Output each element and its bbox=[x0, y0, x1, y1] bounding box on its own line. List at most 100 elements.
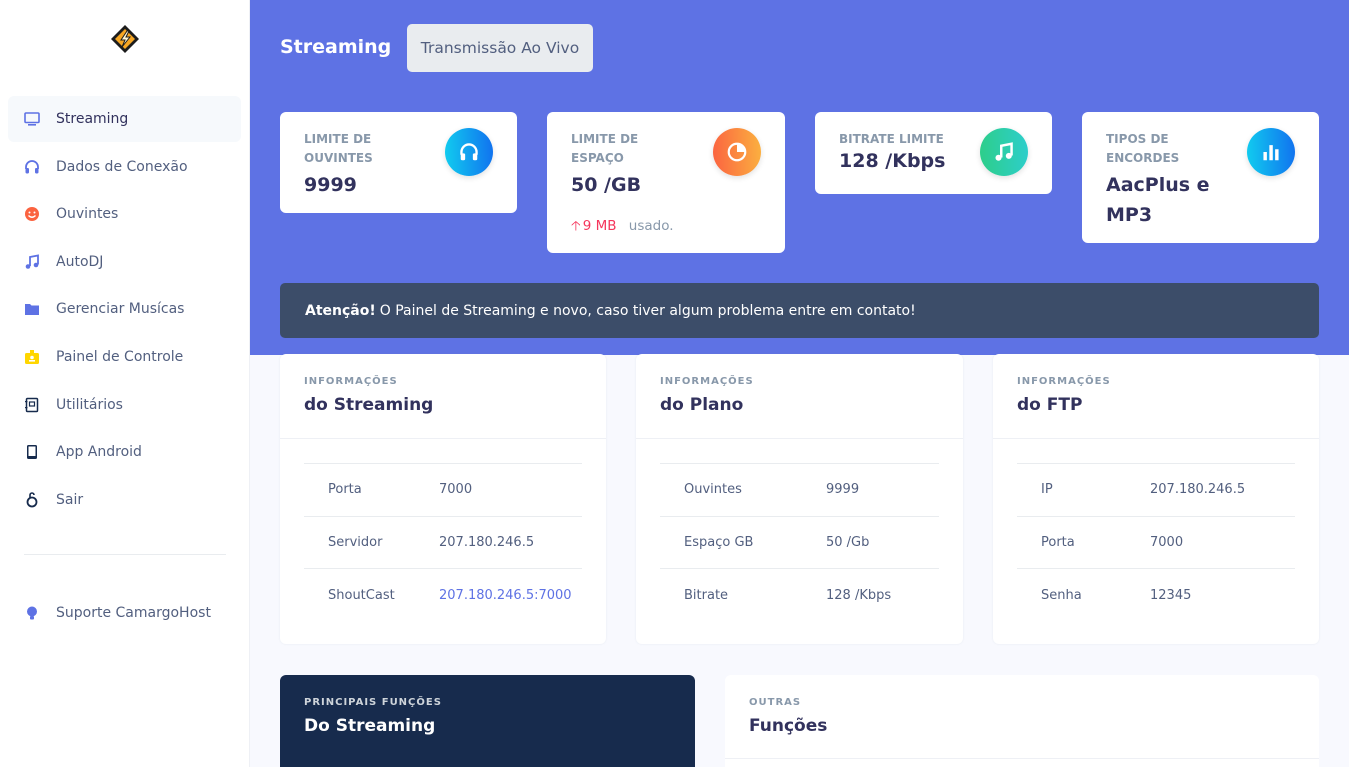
stat-label: Tipos de Encordes bbox=[1106, 132, 1180, 165]
card-header: Informações do Streaming bbox=[280, 354, 606, 439]
live-transmission-button[interactable]: Transmissão Ao Vivo bbox=[407, 24, 593, 72]
sidebar-item-sair[interactable]: Sair bbox=[8, 477, 241, 523]
card-title: do Streaming bbox=[304, 395, 434, 415]
row-key: Senha bbox=[1041, 587, 1082, 603]
card-title: do FTP bbox=[1017, 395, 1083, 415]
smile-icon bbox=[24, 206, 40, 222]
row-key: ShoutCast bbox=[328, 587, 395, 603]
sidebar: Streaming Dados de Conexão Ouvintes Auto… bbox=[0, 0, 250, 767]
sidebar-item-suporte[interactable]: Suporte CamargoHost bbox=[8, 590, 241, 636]
table-row: Porta 7000 bbox=[1017, 517, 1295, 569]
stat-card-bitrate: Bitrate Limite 128 /Kbps bbox=[815, 112, 1052, 194]
sidebar-divider bbox=[24, 554, 226, 555]
table-row: Senha 12345 bbox=[1017, 569, 1295, 622]
alert-text: O Painel de Streaming e novo, caso tiver… bbox=[379, 302, 916, 319]
row-key: Servidor bbox=[328, 534, 383, 550]
winamp-lightning-icon[interactable] bbox=[108, 22, 142, 56]
shoutcast-link[interactable]: 207.180.246.5:7000 bbox=[439, 588, 572, 603]
support-section: Suporte CamargoHost bbox=[8, 590, 241, 638]
sidebar-item-streaming[interactable]: Streaming bbox=[8, 96, 241, 142]
info-table: Ouvintes 9999 Espaço GB 50 /Gb Bitrate 1… bbox=[660, 463, 939, 622]
used-label: usado. bbox=[628, 218, 674, 234]
row-key: IP bbox=[1041, 482, 1053, 498]
info-table: IP 207.180.246.5 Porta 7000 Senha 12345 bbox=[1017, 463, 1295, 622]
sidebar-item-label: App Android bbox=[56, 444, 142, 461]
sidebar-item-painel-de-controle[interactable]: Painel de Controle bbox=[8, 334, 241, 380]
sidebar-nav: Streaming Dados de Conexão Ouvintes Auto… bbox=[8, 96, 241, 524]
row-value: 207.180.246.5 bbox=[439, 534, 535, 550]
sidebar-item-label: Utilitários bbox=[56, 396, 123, 413]
bar-chart-icon bbox=[1247, 128, 1295, 176]
sidebar-item-label: Ouvintes bbox=[56, 206, 119, 223]
table-row: IP 207.180.246.5 bbox=[1017, 464, 1295, 517]
stat-card-ouvintes: Limite de Ouvintes 9999 bbox=[280, 112, 517, 213]
row-value: 9999 bbox=[826, 482, 860, 498]
badge-icon bbox=[24, 349, 40, 365]
table-row: Ouvintes 9999 bbox=[660, 464, 939, 517]
table-row: ShoutCast 207.180.246.5:7000 bbox=[304, 569, 582, 622]
card-subtitle: Informações bbox=[660, 376, 754, 387]
sidebar-item-label: Sair bbox=[56, 491, 84, 508]
bulb-icon bbox=[24, 605, 40, 621]
row-key: Ouvintes bbox=[684, 482, 742, 498]
sidebar-item-label: Dados de Conexão bbox=[56, 158, 188, 175]
monitor-icon bbox=[24, 111, 40, 127]
headphones-icon bbox=[24, 159, 40, 175]
card-subtitle: Informações bbox=[1017, 376, 1111, 387]
table-row: Servidor 207.180.246.5 bbox=[304, 517, 582, 569]
row-value: 7000 bbox=[1150, 534, 1184, 550]
card-header: Informações do FTP bbox=[993, 354, 1319, 439]
stat-label: Limite de Ouvintes bbox=[304, 132, 373, 165]
storage-usage: 🡡 9 MB usado. bbox=[571, 216, 674, 239]
row-key: Bitrate bbox=[684, 587, 729, 603]
card-header: Informações do Plano bbox=[636, 354, 963, 439]
row-value: 7000 bbox=[439, 482, 473, 498]
sidebar-item-label: Gerenciar Musícas bbox=[56, 301, 185, 318]
sidebar-item-autodj[interactable]: AutoDJ bbox=[8, 239, 241, 285]
info-card-plano: Informações do Plano Ouvintes 9999 Espaç… bbox=[636, 354, 963, 644]
music-note-icon bbox=[980, 128, 1028, 176]
stat-card-espaco: Limite de Espaço 50 /GB 🡡 9 MB usado. bbox=[547, 112, 785, 253]
sidebar-item-gerenciar-musicas[interactable]: Gerenciar Musícas bbox=[8, 286, 241, 332]
row-key: Porta bbox=[1041, 534, 1075, 550]
used-amount: 9 MB bbox=[582, 218, 617, 234]
main-functions-card: Principais Funções Do Streaming bbox=[280, 675, 695, 767]
sidebar-item-label: Suporte CamargoHost bbox=[56, 605, 211, 621]
info-card-ftp: Informações do FTP IP 207.180.246.5 Port… bbox=[993, 354, 1319, 644]
table-row: Bitrate 128 /Kbps bbox=[660, 569, 939, 622]
sidebar-item-app-android[interactable]: App Android bbox=[8, 429, 241, 475]
folder-icon bbox=[24, 301, 40, 317]
headphones-icon bbox=[445, 128, 493, 176]
row-value: 128 /Kbps bbox=[826, 587, 892, 603]
card-subtitle: Outras bbox=[749, 697, 802, 708]
sidebar-item-utilitarios[interactable]: Utilitários bbox=[8, 382, 241, 428]
row-value: 207.180.246.5 bbox=[1150, 482, 1246, 498]
card-divider bbox=[725, 758, 1319, 759]
pie-chart-icon bbox=[713, 128, 761, 176]
mobile-icon bbox=[24, 444, 40, 460]
alert-banner: Atenção! O Painel de Streaming e novo, c… bbox=[280, 283, 1319, 338]
info-table: Porta 7000 Servidor 207.180.246.5 ShoutC… bbox=[304, 463, 582, 622]
table-row: Porta 7000 bbox=[304, 464, 582, 517]
sidebar-item-dados-de-conexao[interactable]: Dados de Conexão bbox=[8, 144, 241, 190]
sidebar-item-label: AutoDJ bbox=[56, 253, 104, 270]
sidebar-item-label: Streaming bbox=[56, 111, 129, 127]
stat-label: Limite de Espaço bbox=[571, 132, 639, 165]
sidebar-item-ouvintes[interactable]: Ouvintes bbox=[8, 191, 241, 237]
row-key: Espaço GB bbox=[684, 534, 754, 550]
stat-value: AacPlus e MP3 bbox=[1106, 174, 1210, 226]
sidebar-item-label: Painel de Controle bbox=[56, 348, 184, 365]
row-key: Porta bbox=[328, 482, 362, 498]
stat-card-encordes: Tipos de Encordes AacPlus e MP3 bbox=[1082, 112, 1319, 243]
page-title: Streaming bbox=[280, 36, 392, 58]
row-value: 12345 bbox=[1150, 587, 1192, 603]
book-icon bbox=[24, 397, 40, 413]
row-value: 50 /Gb bbox=[826, 534, 870, 550]
card-title: do Plano bbox=[660, 395, 744, 415]
other-functions-card: Outras Funções bbox=[725, 675, 1319, 767]
card-subtitle: Principais Funções bbox=[304, 697, 442, 708]
music-icon bbox=[24, 254, 40, 270]
power-icon bbox=[24, 491, 40, 508]
arrow-up-icon: 🡡 bbox=[571, 218, 581, 234]
info-card-streaming: Informações do Streaming Porta 7000 Serv… bbox=[280, 354, 606, 644]
